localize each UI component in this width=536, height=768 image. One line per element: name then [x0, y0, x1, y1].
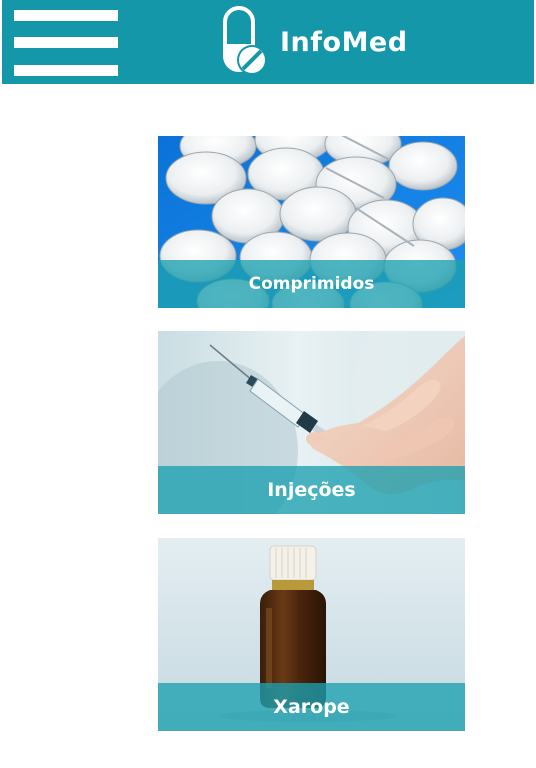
- app-header: InfoMed: [2, 0, 534, 84]
- category-label: Xarope: [158, 683, 465, 731]
- category-label: Injeções: [158, 466, 465, 514]
- app-brand: InfoMed: [222, 6, 408, 78]
- category-card-comprimidos[interactable]: Comprimidos: [158, 136, 465, 308]
- menu-button[interactable]: [14, 10, 120, 76]
- app-title: InfoMed: [280, 26, 408, 58]
- category-card-xarope[interactable]: Xarope: [158, 538, 465, 731]
- category-card-injecoes[interactable]: Injeções: [158, 331, 465, 514]
- pill-icon: [223, 6, 267, 75]
- category-label: Comprimidos: [158, 260, 465, 308]
